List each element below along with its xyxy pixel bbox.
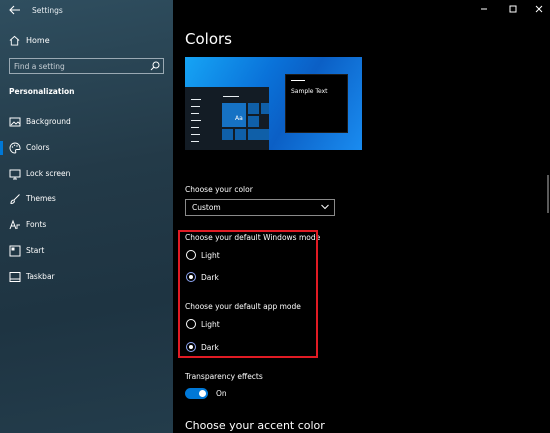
preview-tile-text: Aa [235,115,243,122]
preview-window: Sample Text [285,74,348,133]
start-icon [9,245,21,257]
transparency-toggle[interactable] [185,388,208,399]
home-icon [9,35,20,46]
scrollbar[interactable] [547,175,549,213]
toggle-knob [199,390,206,397]
highlight-annotation-box [178,230,318,358]
search-input[interactable] [14,60,144,72]
palette-icon [9,142,21,154]
sidebar: Settings Home Personalization Background [0,0,173,433]
sidebar-item-label: Start [26,246,45,255]
sidebar-item-colors[interactable]: Colors [0,138,173,158]
maximize-icon[interactable] [506,3,520,15]
sidebar-item-label: Taskbar [26,272,55,281]
sidebar-item-lock-screen[interactable]: Lock screen [0,164,173,184]
taskbar-icon [9,272,21,282]
search-icon[interactable] [150,61,160,71]
page-title: Colors [185,30,232,48]
window-title: Settings [32,6,63,15]
sidebar-item-label: Themes [26,194,56,203]
preview-sample-text: Sample Text [291,88,328,95]
preview-start-menu [185,87,269,150]
close-icon[interactable] [532,3,546,15]
sidebar-item-fonts[interactable]: Fonts [0,215,173,235]
chevron-down-icon [321,204,329,210]
image-icon [9,117,21,127]
sidebar-item-start[interactable]: Start [0,241,173,261]
choose-color-dropdown[interactable]: Custom [185,199,335,216]
minimize-icon[interactable] [477,3,491,15]
sidebar-item-background[interactable]: Background [0,112,173,132]
sidebar-item-label: Lock screen [26,169,71,178]
accent-color-heading: Choose your accent color [185,419,325,432]
sidebar-item-themes[interactable]: Themes [0,189,173,209]
theme-preview: Aa Sample Text [185,57,362,150]
settings-window: Settings Home Personalization Background [0,0,550,433]
transparency-state: On [216,389,227,398]
home-label: Home [26,36,50,45]
content-pane: Colors Aa Sample Text Choose your color … [173,0,550,433]
monitor-icon [9,169,21,180]
home-link[interactable]: Home [0,32,173,50]
sidebar-item-label: Background [26,117,71,126]
font-icon [9,219,20,230]
transparency-label: Transparency effects [185,372,263,381]
dropdown-value: Custom [192,203,221,212]
sidebar-item-label: Fonts [26,220,47,229]
search-box[interactable] [9,58,164,74]
sidebar-item-taskbar[interactable]: Taskbar [0,267,173,287]
brush-icon [10,194,20,205]
section-title: Personalization [9,87,75,96]
back-arrow-icon[interactable] [9,5,21,15]
sidebar-item-label: Colors [26,143,50,152]
choose-color-label: Choose your color [185,185,253,194]
active-indicator [0,141,3,155]
